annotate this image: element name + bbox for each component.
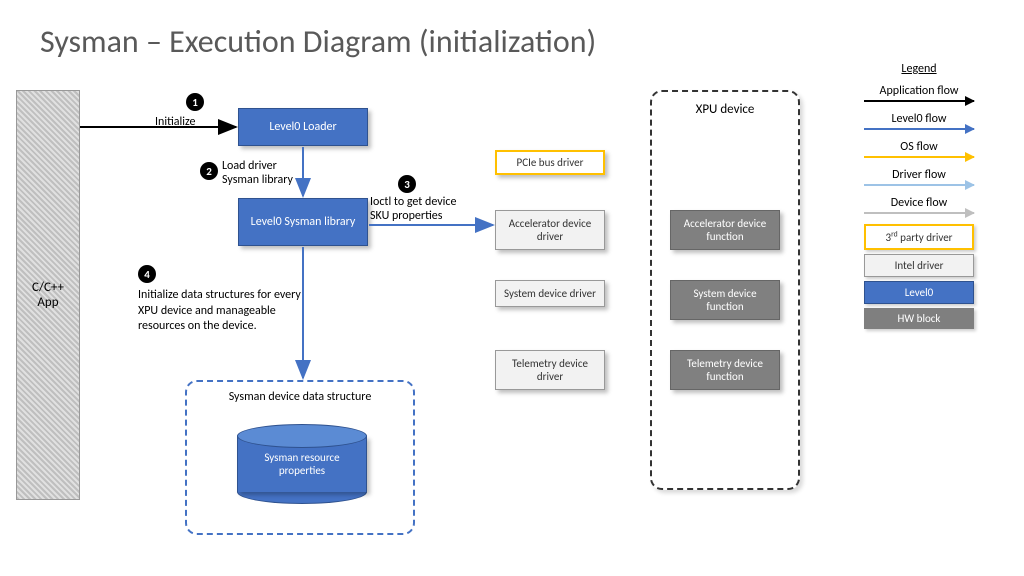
legend-dev-flow: Device flow [844, 196, 994, 214]
app-block-label: C/C++ App [32, 280, 64, 310]
level0-sysman-lib-box: Level0 Sysman library [238, 198, 368, 246]
legend-intel-driver: Intel driver [864, 254, 974, 277]
app-block: C/C++ App [16, 90, 80, 500]
step-4-badge: 4 [138, 265, 156, 283]
level0-loader-box: Level0 Loader [238, 108, 368, 146]
telemetry-driver-box: Telemetry device driver [495, 350, 605, 390]
cylinder-icon: Sysman resource properties [237, 424, 367, 504]
accelerator-driver-box: Accelerator device driver [495, 210, 605, 250]
legend-l0-flow: Level0 flow [844, 112, 994, 130]
step-1-label: Initialize [155, 115, 195, 129]
legend-drv-flow: Driver flow [844, 168, 994, 186]
legend-app-flow: Application flow [844, 84, 994, 102]
legend-os-flow: OS flow [844, 140, 994, 158]
cylinder-label: Sysman resource properties [244, 451, 360, 477]
legend-label: OS flow [900, 140, 937, 154]
arrow-icon [864, 184, 974, 186]
step-2-label: Load driver Sysman library [222, 159, 293, 187]
legend-level0: Level0 [864, 281, 974, 304]
data-structure-container: Sysman device data structure Sysman reso… [185, 380, 415, 535]
legend-title: Legend [844, 62, 994, 76]
accelerator-function-box: Accelerator device function [670, 210, 780, 250]
step-3-label: Ioctl to get device SKU properties [370, 195, 490, 223]
pcie-driver-box: PCIe bus driver [495, 150, 605, 175]
arrow-icon [864, 128, 974, 130]
arrow-icon [864, 212, 974, 214]
system-function-box: System device function [670, 280, 780, 320]
step-2-badge: 2 [200, 162, 218, 180]
data-structure-title: Sysman device data structure [195, 390, 405, 404]
step-3-badge: 3 [398, 175, 416, 193]
legend-label: Level0 flow [892, 112, 947, 126]
legend-label: Device flow [891, 196, 947, 210]
arrow-icon [864, 100, 974, 102]
telemetry-function-box: Telemetry device function [670, 350, 780, 390]
page-title: Sysman – Execution Diagram (initializati… [40, 22, 596, 61]
legend-third-party: 3rd party driver [864, 224, 974, 250]
step-1-badge: 1 [186, 93, 204, 111]
step-4-label: Initialize data structures for every XPU… [138, 288, 303, 335]
legend-label: Driver flow [892, 168, 946, 182]
arrow-icon [864, 156, 974, 158]
legend-hw: HW block [864, 308, 974, 329]
legend-label: Application flow [880, 84, 959, 98]
system-driver-box: System device driver [495, 280, 605, 307]
legend-panel: Legend Application flow Level0 flow OS f… [844, 62, 994, 333]
xpu-title: XPU device [660, 102, 790, 117]
